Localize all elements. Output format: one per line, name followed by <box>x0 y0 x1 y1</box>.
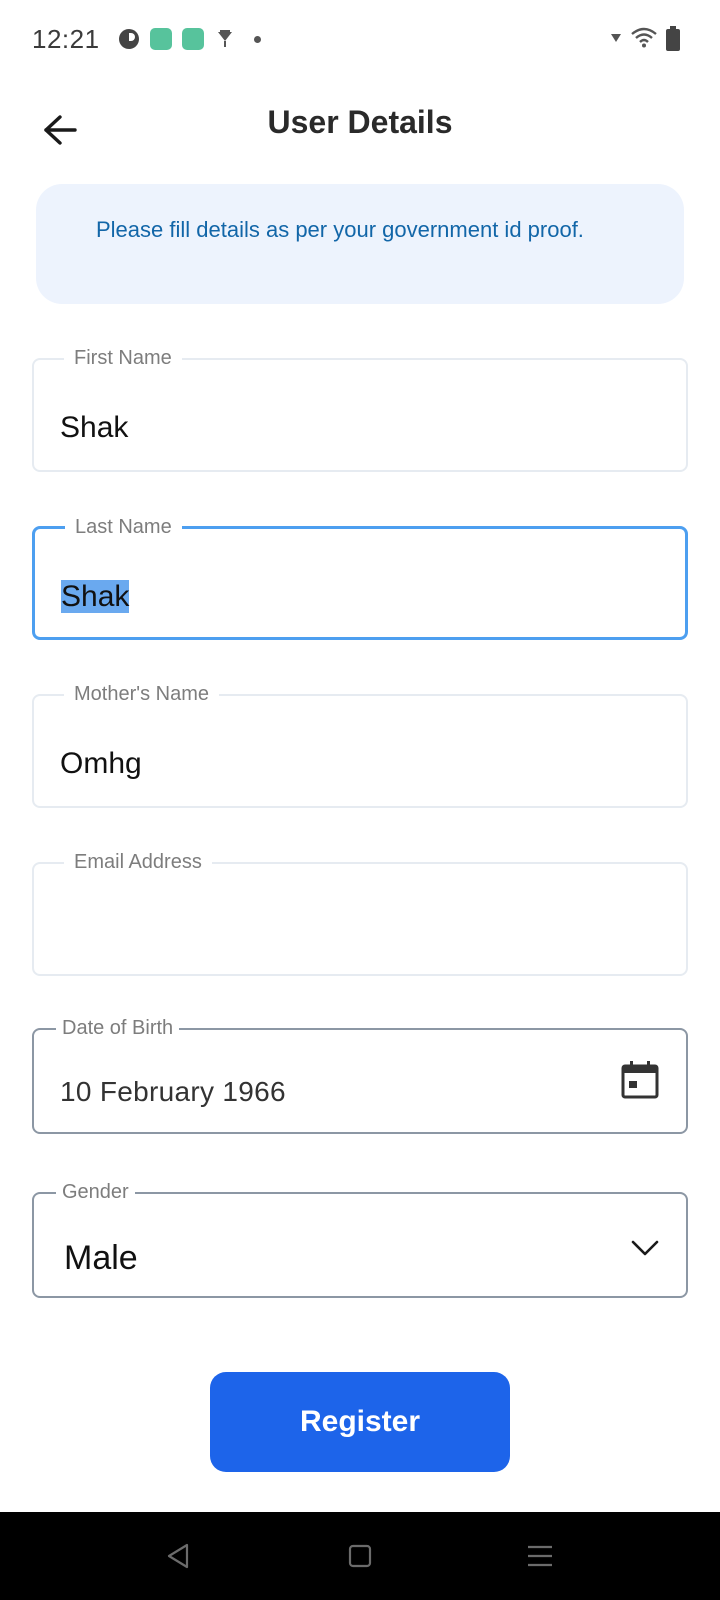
page-title: User Details <box>267 104 453 140</box>
wifi-icon <box>630 26 658 53</box>
chevron-down-icon[interactable] <box>630 1238 660 1258</box>
nav-menu-button[interactable] <box>520 1536 560 1576</box>
nav-home-button[interactable] <box>340 1536 380 1576</box>
status-time: 12:21 <box>32 24 100 54</box>
gender-label: Gender <box>56 1180 135 1204</box>
square-home-icon <box>348 1544 372 1568</box>
navigation-bar <box>0 1512 720 1600</box>
last-name-label: Last Name <box>65 515 182 539</box>
email-field[interactable]: Email Address <box>32 850 688 976</box>
first-name-field[interactable]: First Name Shak <box>32 346 688 472</box>
vpn-icon <box>214 28 236 50</box>
gender-value: Male <box>64 1239 138 1277</box>
signal-icon <box>610 31 622 49</box>
date-of-birth-field[interactable]: Date of Birth 10 February 1966 <box>32 1016 688 1134</box>
mothers-name-field[interactable]: Mother's Name Omhg <box>32 682 688 808</box>
date-of-birth-label: Date of Birth <box>56 1016 180 1040</box>
battery-icon <box>666 25 680 51</box>
calendar-icon[interactable] <box>620 1060 660 1100</box>
triangle-back-icon <box>167 1543 189 1569</box>
menu-lines-icon <box>528 1545 552 1567</box>
first-name-value: Shak <box>60 411 129 444</box>
email-label: Email Address <box>64 850 212 874</box>
app-notification-icon <box>150 28 172 50</box>
info-banner: Please fill details as per your governme… <box>36 184 684 304</box>
selected-text: Shak <box>61 580 130 613</box>
date-of-birth-value: 10 February 1966 <box>60 1076 286 1107</box>
mothers-name-value: Omhg <box>60 747 142 780</box>
gender-select[interactable]: Gender Male <box>32 1180 688 1298</box>
app-notification-icon <box>182 28 204 50</box>
system-icons <box>610 25 680 53</box>
app-notification-icon <box>118 28 140 50</box>
status-bar: 12:21 <box>0 0 720 80</box>
first-name-label: First Name <box>64 346 182 370</box>
mothers-name-label: Mother's Name <box>64 682 219 706</box>
last-name-field[interactable]: Last Name Shak <box>32 515 688 640</box>
notification-icons <box>118 28 268 50</box>
nav-back-button[interactable] <box>158 1536 198 1576</box>
app-header: User Details <box>0 96 720 156</box>
last-name-value: Shak <box>61 579 130 615</box>
user-details-screen: 12:21 User Details Please fill details a… <box>0 0 720 1600</box>
register-button[interactable]: Register <box>210 1372 510 1472</box>
more-notifications-icon <box>246 28 268 50</box>
